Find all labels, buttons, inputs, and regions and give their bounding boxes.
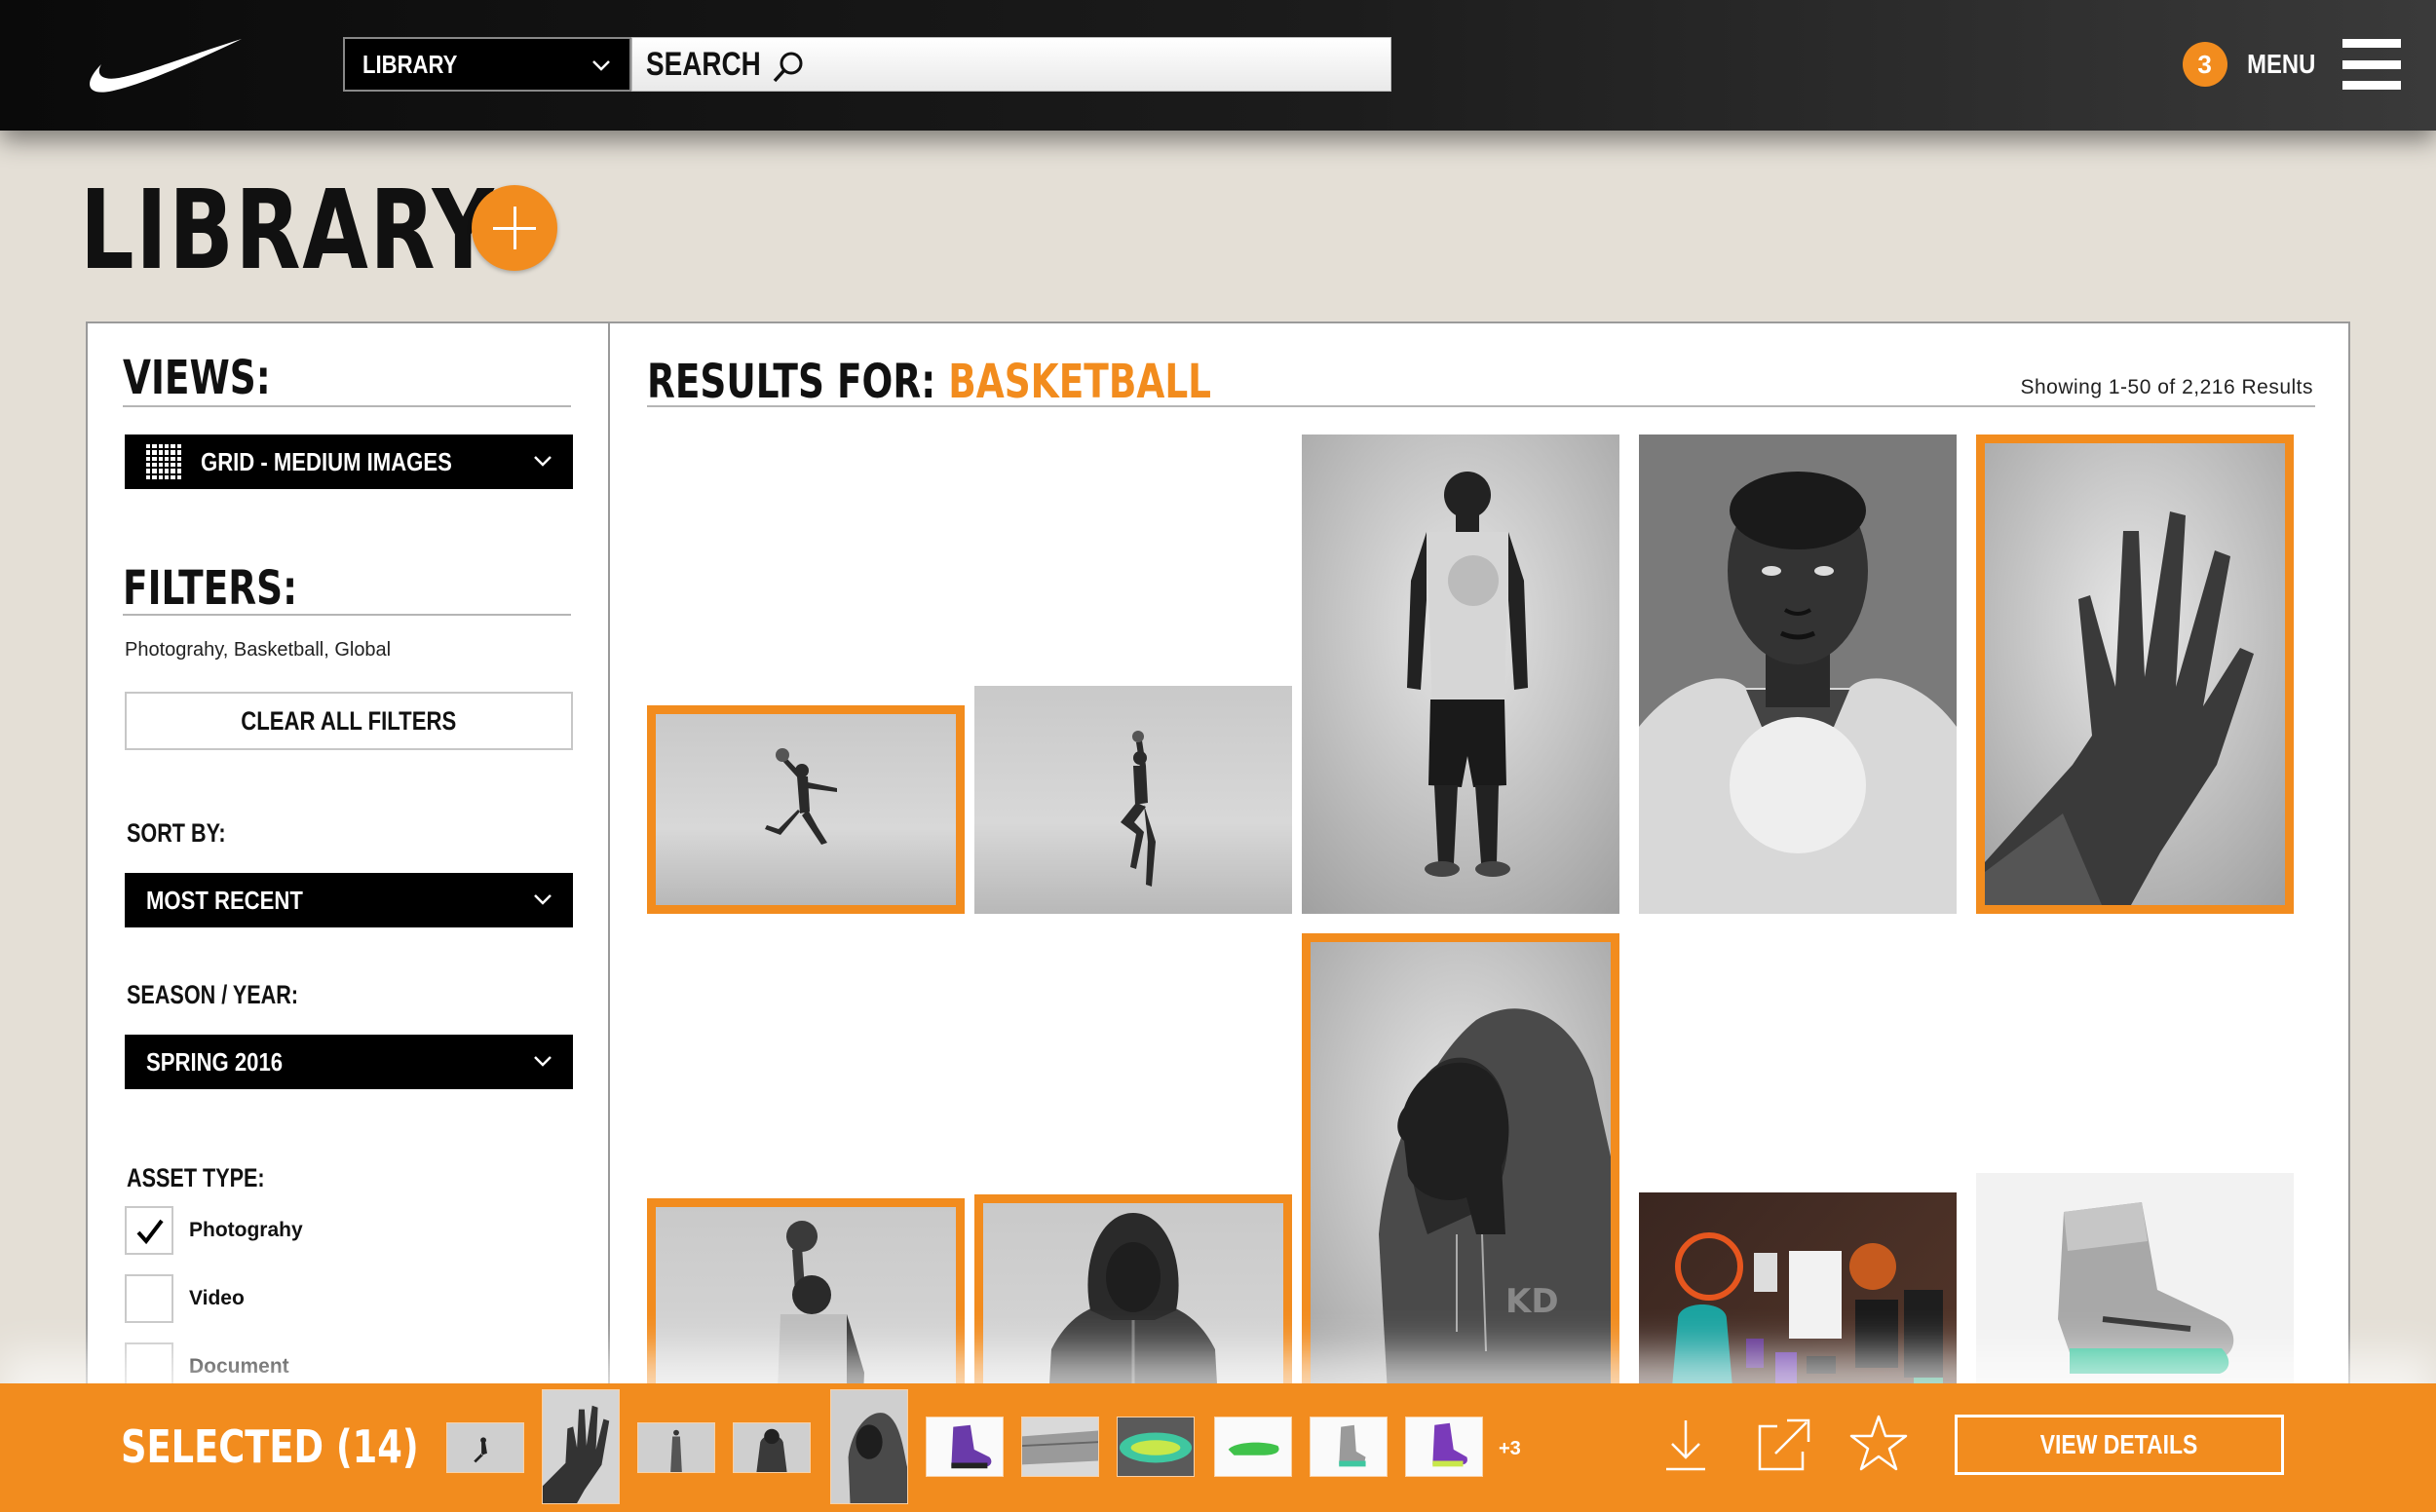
nike-logo[interactable]: [80, 35, 242, 95]
chevron-down-icon: [592, 60, 610, 71]
selected-thumbnail[interactable]: [1117, 1417, 1195, 1477]
add-asset-button[interactable]: [472, 185, 557, 271]
season-label: SEASON / YEAR:: [127, 980, 299, 1009]
divider: [123, 405, 571, 407]
view-details-button[interactable]: VIEW DETAILS: [1955, 1415, 2284, 1475]
selected-thumbnail[interactable]: [926, 1417, 1004, 1477]
menu-label: MENU: [2246, 49, 2315, 79]
sort-select[interactable]: MOST RECENT: [125, 873, 573, 927]
checkbox[interactable]: [125, 1206, 173, 1255]
selected-thumbnail[interactable]: [733, 1422, 811, 1473]
selected-thumbnail[interactable]: [446, 1422, 524, 1473]
results-heading: RESULTS FOR: BASKETBALL: [647, 355, 1211, 409]
result-thumbnail[interactable]: [647, 705, 965, 914]
view-details-label: VIEW DETAILS: [2040, 1429, 2198, 1459]
checkmark-icon: [136, 1219, 164, 1245]
season-select[interactable]: SPRING 2016: [125, 1035, 573, 1089]
grid-view-icon: [146, 444, 181, 479]
hamburger-icon[interactable]: [2342, 39, 2401, 90]
star-icon[interactable]: [1847, 1413, 1910, 1475]
selected-count: SELECTED (14): [121, 1420, 419, 1473]
filters-heading: FILTERS:: [123, 561, 298, 616]
result-thumbnail[interactable]: [1302, 435, 1619, 914]
menu-button[interactable]: 3 MENU: [2182, 35, 2401, 94]
sort-label: SORT BY:: [127, 818, 226, 848]
divider: [647, 405, 2315, 407]
search-input[interactable]: SEARCH: [631, 37, 1391, 92]
results-prefix: RESULTS FOR:: [647, 355, 949, 409]
result-thumbnail[interactable]: [1639, 435, 1957, 914]
active-filters: Photograhy, Basketball, Global: [125, 639, 392, 661]
asset-type-label: ASSET TYPE:: [127, 1163, 265, 1192]
notification-badge[interactable]: 3: [2182, 42, 2227, 87]
clear-filters-label: CLEAR ALL FILTERS: [241, 705, 457, 736]
asset-type-video[interactable]: Video: [125, 1274, 245, 1323]
results-count: Showing 1-50 of 2,216 Results: [2020, 376, 2313, 398]
season-select-value: SPRING 2016: [146, 1046, 284, 1077]
selected-thumbnail[interactable]: [542, 1389, 620, 1504]
top-bar: LIBRARY SEARCH 3 MENU: [0, 0, 2436, 131]
selected-thumbnail[interactable]: [1405, 1417, 1483, 1477]
asset-type-photography[interactable]: Photograhy: [125, 1206, 303, 1255]
chevron-down-icon: [534, 1056, 552, 1067]
library-select[interactable]: LIBRARY: [343, 37, 631, 92]
selected-thumbnail[interactable]: [637, 1422, 715, 1473]
selection-bar: SELECTED (14) +3 VIEW DETAILS: [0, 1383, 2436, 1512]
selected-thumbnail[interactable]: [1214, 1417, 1292, 1477]
asset-type-option-label: Document: [189, 1355, 289, 1378]
download-icon[interactable]: [1655, 1413, 1717, 1475]
search-query: BASKETBALL: [948, 355, 1212, 409]
selected-thumbnail[interactable]: [830, 1389, 908, 1504]
library-panel: VIEWS: GRID - MEDIUM IMAGES FILTERS: Pho…: [86, 321, 2350, 1512]
clear-all-filters-button[interactable]: CLEAR ALL FILTERS: [125, 692, 573, 750]
view-select-value: GRID - MEDIUM IMAGES: [201, 446, 452, 476]
asset-type-option-label: Video: [189, 1287, 245, 1309]
results-area: RESULTS FOR: BASKETBALL Showing 1-50 of …: [612, 323, 2348, 1512]
chevron-down-icon: [534, 456, 552, 467]
page-title: LIBRARY: [80, 168, 496, 294]
more-selected-count[interactable]: +3: [1499, 1438, 1521, 1460]
view-select[interactable]: GRID - MEDIUM IMAGES: [125, 435, 573, 489]
filter-sidebar: VIEWS: GRID - MEDIUM IMAGES FILTERS: Pho…: [88, 323, 610, 1512]
divider: [123, 614, 571, 616]
checkbox[interactable]: [125, 1274, 173, 1323]
result-thumbnail[interactable]: KD: [1302, 933, 1619, 1420]
selected-thumbnail[interactable]: [1310, 1417, 1388, 1477]
result-thumbnail[interactable]: [1976, 435, 2294, 914]
selected-thumbnail[interactable]: [1021, 1417, 1099, 1477]
asset-type-option-label: Photograhy: [189, 1219, 303, 1241]
library-select-value: LIBRARY: [362, 49, 458, 79]
views-heading: VIEWS:: [123, 351, 271, 405]
sort-select-value: MOST RECENT: [146, 885, 303, 915]
chevron-down-icon: [534, 894, 552, 905]
share-icon[interactable]: [1752, 1413, 1814, 1475]
search-icon: [773, 52, 803, 83]
svg-text:KD: KD: [1505, 1282, 1559, 1321]
result-thumbnail[interactable]: [974, 686, 1292, 914]
search-label: SEARCH: [646, 45, 761, 83]
